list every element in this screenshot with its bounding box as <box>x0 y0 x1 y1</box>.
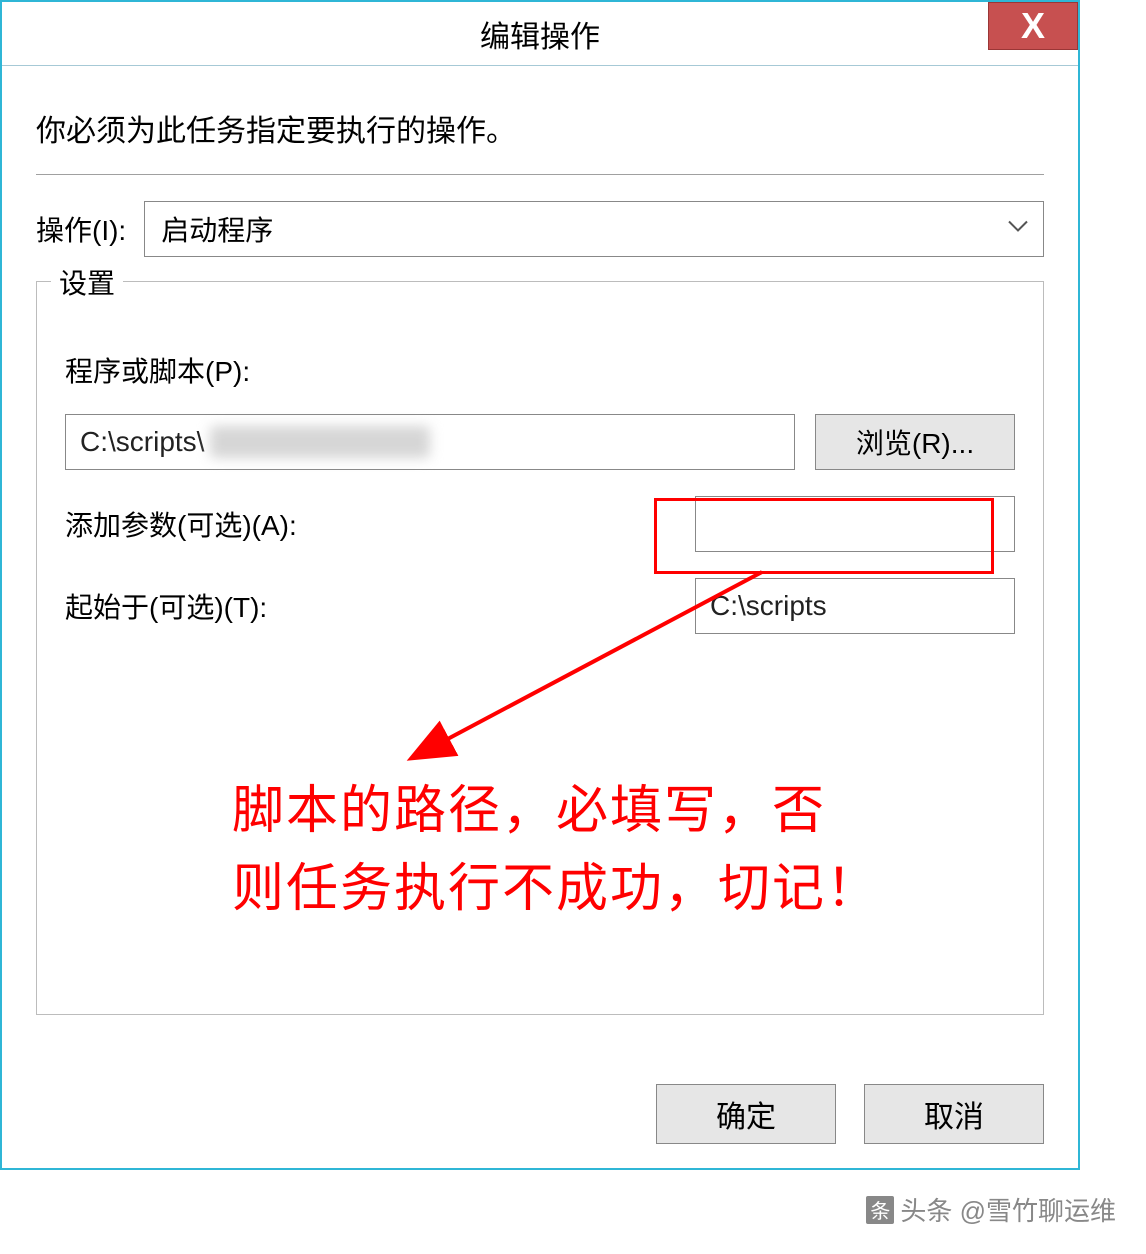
settings-legend: 设置 <box>51 262 123 302</box>
window-title: 编辑操作 <box>480 12 600 56</box>
divider <box>36 174 1044 175</box>
title-bar: 编辑操作 X <box>2 2 1078 66</box>
ok-button[interactable]: 确定 <box>656 1084 836 1144</box>
program-value: C:\scripts\ <box>80 426 204 458</box>
dialog-window: 编辑操作 X 你必须为此任务指定要执行的操作。 操作(I): 启动程序 设置 程… <box>0 0 1080 1170</box>
startin-row: 起始于(可选)(T): C:\scripts <box>65 578 1015 634</box>
chevron-down-icon <box>1007 220 1029 239</box>
action-row: 操作(I): 启动程序 <box>36 201 1044 257</box>
watermark: 条 头条 @雪竹聊运维 <box>866 1191 1116 1228</box>
program-row: C:\scripts\ 浏览(R)... <box>65 414 1015 470</box>
settings-fieldset: 设置 程序或脚本(P): C:\scripts\ 浏览(R)... 添加参数(可… <box>36 281 1044 1015</box>
watermark-text: 头条 @雪竹聊运维 <box>900 1191 1116 1228</box>
args-input[interactable] <box>695 496 1015 552</box>
close-button[interactable]: X <box>988 2 1078 50</box>
browse-button[interactable]: 浏览(R)... <box>815 414 1015 470</box>
ok-label: 确定 <box>716 1092 776 1136</box>
content-area: 你必须为此任务指定要执行的操作。 操作(I): 启动程序 设置 程序或脚本(P)… <box>2 66 1078 1015</box>
startin-input[interactable]: C:\scripts <box>695 578 1015 634</box>
action-select[interactable]: 启动程序 <box>144 201 1044 257</box>
startin-value: C:\scripts <box>710 590 827 622</box>
args-row: 添加参数(可选)(A): <box>65 496 1015 552</box>
browse-label: 浏览(R)... <box>856 422 974 462</box>
program-label: 程序或脚本(P): <box>65 356 250 387</box>
close-icon: X <box>1021 5 1045 47</box>
blurred-text <box>210 426 430 458</box>
footer-buttons: 确定 取消 <box>656 1084 1044 1144</box>
instruction-text: 你必须为此任务指定要执行的操作。 <box>36 94 1044 174</box>
action-select-value: 启动程序 <box>161 209 273 249</box>
program-input[interactable]: C:\scripts\ <box>65 414 795 470</box>
watermark-icon: 条 <box>866 1196 894 1224</box>
action-label: 操作(I): <box>36 209 126 249</box>
startin-label: 起始于(可选)(T): <box>65 586 267 626</box>
cancel-button[interactable]: 取消 <box>864 1084 1044 1144</box>
args-label: 添加参数(可选)(A): <box>65 504 297 544</box>
program-label-row: 程序或脚本(P): <box>65 350 1015 390</box>
cancel-label: 取消 <box>924 1092 984 1136</box>
